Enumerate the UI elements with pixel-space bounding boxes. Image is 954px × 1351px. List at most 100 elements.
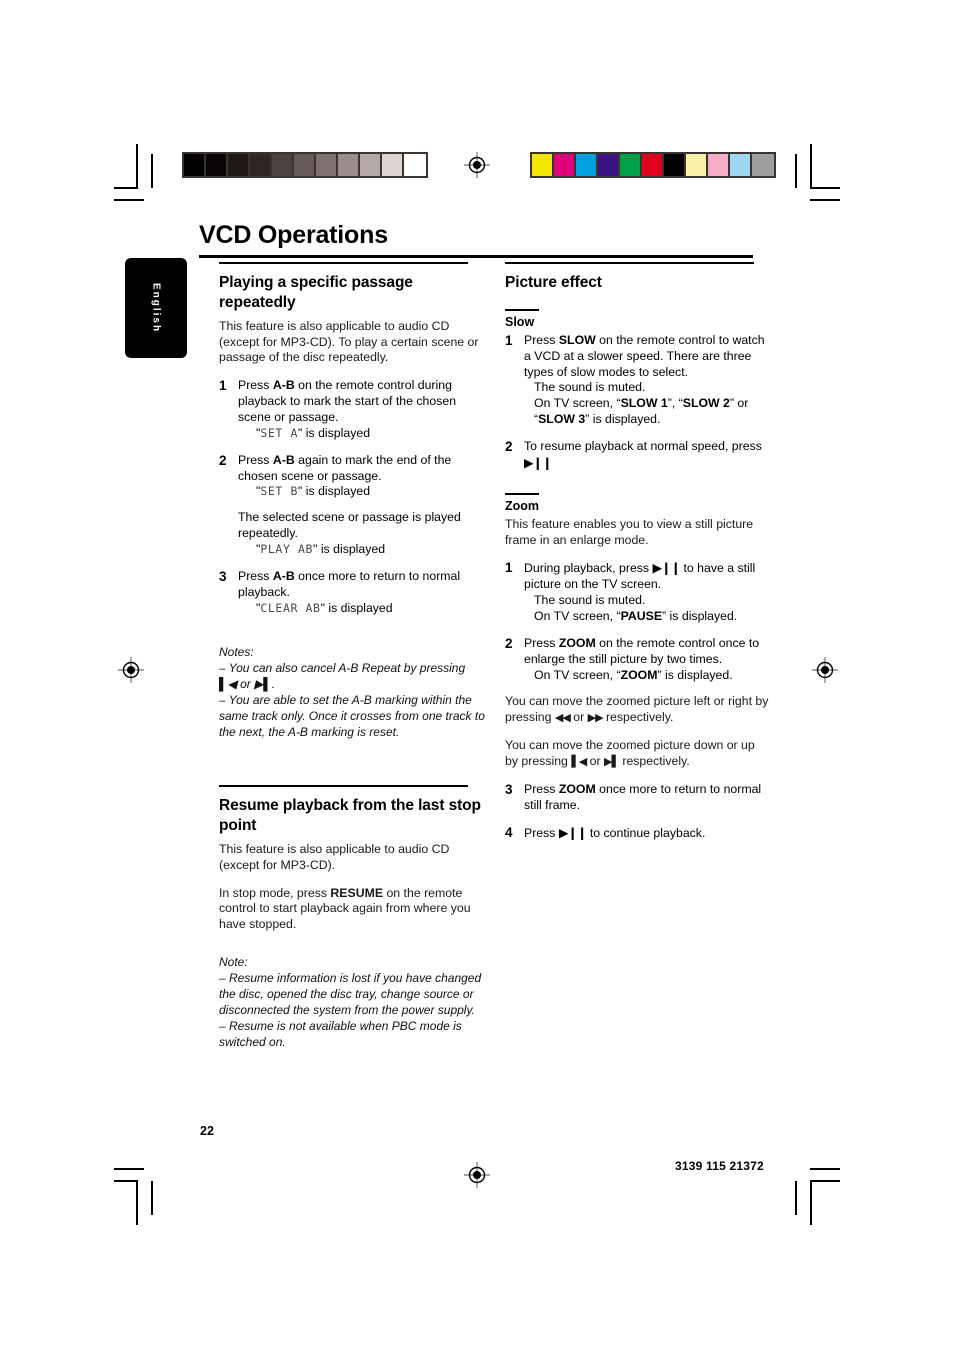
move-lr-post: respectively.: [602, 710, 674, 725]
note-line: – Resume is not available when PBC mode …: [219, 1018, 462, 1049]
step-keyword: ZOOM: [558, 635, 596, 650]
step-text-pre: Press: [524, 781, 559, 796]
crop-mark-bottom-right-vertical: [810, 1180, 812, 1225]
step-text: Press ZOOM on the remote control once to…: [524, 636, 771, 684]
display-readout-line: "PLAY AB" is displayed: [238, 542, 485, 558]
tv-readout-post: ” is displayed.: [585, 412, 661, 427]
crop-mark-top-left-horizontal: [114, 187, 138, 189]
tv-readout-pre: On TV screen, “: [534, 396, 621, 411]
play-pause-icon: ▶❙❙: [524, 454, 553, 470]
subsection-rule: [505, 308, 539, 311]
crop-mark-bottom-left-bleed: [114, 1168, 144, 1170]
step-number: 4: [505, 824, 513, 840]
tv-screen-readout: On TV screen, “PAUSE” is displayed.: [524, 609, 771, 625]
step-extra-text: The selected scene or passage is played …: [238, 510, 461, 541]
crop-mark-top-left-bleed: [114, 199, 144, 201]
title-divider: [199, 255, 753, 258]
section-rule: [505, 262, 754, 264]
registration-mark-right: [812, 657, 838, 683]
crop-mark-bottom-right-bleed: [810, 1168, 840, 1170]
crop-mark-top-right-horizontal: [810, 187, 840, 189]
crop-mark-top-right-tick: [795, 154, 797, 188]
step-text-pre: Press: [524, 825, 559, 840]
step-item: 2 To resume playback at normal speed, pr…: [505, 439, 771, 472]
crop-mark-bottom-right-horizontal: [810, 1180, 840, 1182]
step-substatus-line: The sound is muted.: [534, 593, 646, 608]
display-readout-line: "CLEAR AB" is displayed: [238, 601, 485, 617]
color-swatch: [598, 154, 620, 176]
crop-mark-top-left-tick: [151, 154, 153, 188]
previous-track-icon: ▌◀: [571, 755, 587, 769]
step-number: 1: [219, 378, 227, 394]
next-track-icon: ▶▌: [604, 755, 620, 769]
tv-screen-readout: On TV screen, “SLOW 1”, “SLOW 2” or “SLO…: [524, 396, 771, 428]
lcd-display-text: CLEAR AB: [260, 600, 321, 615]
section-intro: This feature is also applicable to audio…: [219, 841, 450, 872]
note-line: – You can also cancel A-B Repeat by pres…: [219, 661, 466, 692]
note-line: – You are able to set the A-B marking wi…: [219, 693, 485, 740]
right-column: Picture effect Slow 1 Press SLOW on the …: [505, 262, 771, 852]
notes-heading: Notes:: [219, 645, 254, 660]
grayscale-swatch: [206, 154, 228, 176]
grayscale-swatch: [184, 154, 206, 176]
step-item: 1 During playback, press ▶❙❙ to have a s…: [505, 560, 771, 624]
display-caption: " is displayed: [298, 425, 371, 440]
move-down-up-instruction: You can move the zoomed picture down or …: [505, 738, 771, 770]
crop-mark-bottom-left-horizontal: [114, 1180, 138, 1182]
step-keyword: A-B: [272, 452, 295, 467]
step-text-pre: Press: [524, 332, 559, 347]
step-text: Press SLOW on the remote control to watc…: [524, 333, 771, 428]
color-swatch: [752, 154, 774, 176]
body-pre: In stop mode, press: [219, 885, 331, 900]
tv-readout-value: SLOW 1: [620, 396, 668, 411]
registration-mark-left: [118, 657, 144, 683]
grayscale-swatch: [228, 154, 250, 176]
step-substatus-line: The sound is muted.: [534, 380, 646, 395]
notes-heading: Note:: [219, 955, 248, 970]
subsection-rule: [505, 492, 539, 495]
step-text: Press A-B again to mark the end of the c…: [238, 453, 485, 558]
page-number: 22: [200, 1124, 214, 1138]
step-text: During playback, press ▶❙❙ to have a sti…: [524, 560, 771, 624]
step-number: 2: [505, 635, 513, 651]
grayscale-swatch: [250, 154, 272, 176]
step-text-pre: Press: [238, 378, 273, 393]
subsection-intro: This feature enables you to view a still…: [505, 516, 754, 547]
step-text-pre: To resume playback at normal speed, pres…: [524, 438, 762, 453]
section-title-resume-playback: Resume playback from the last stop point: [219, 797, 481, 834]
grayscale-swatch: [338, 154, 360, 176]
color-swatch: [686, 154, 708, 176]
tv-screen-readout: On TV screen, “ZOOM” is displayed.: [524, 668, 771, 684]
color-swatch: [642, 154, 664, 176]
lcd-display-text: PLAY AB: [260, 541, 314, 556]
lcd-display-text: SET A: [260, 425, 298, 440]
notes-block: Note: – Resume information is lost if yo…: [219, 955, 485, 1051]
step-text-pre: Press: [238, 568, 273, 583]
crop-mark-bottom-left-tick: [151, 1181, 153, 1215]
language-tab-english: English: [125, 258, 187, 358]
body-keyword: RESUME: [330, 885, 384, 900]
display-readout-line: "SET A" is displayed: [238, 426, 485, 442]
step-item: 3 Press A-B once more to return to norma…: [219, 569, 485, 617]
grayscale-swatch: [316, 154, 338, 176]
page-title: VCD Operations: [199, 221, 388, 249]
crop-mark-bottom-right-tick: [795, 1181, 797, 1215]
display-caption: " is displayed: [320, 600, 393, 615]
tv-readout-value: SLOW 3: [538, 412, 586, 427]
step-number: 1: [505, 560, 513, 576]
step-number: 3: [219, 568, 227, 584]
display-caption: " is displayed: [298, 484, 371, 499]
crop-mark-top-left-vertical: [136, 144, 138, 189]
tv-readout-sep: ”, “: [667, 396, 683, 411]
move-lr-sep: or: [569, 710, 588, 725]
step-keyword: A-B: [272, 568, 295, 583]
step-item: 2 Press A-B again to mark the end of the…: [219, 453, 485, 558]
play-pause-icon: ▶❙❙: [652, 560, 682, 576]
document-page: VCD Operations English Playing a specifi…: [0, 0, 954, 1351]
tv-readout-value: ZOOM: [620, 667, 658, 682]
tv-readout-value: PAUSE: [620, 609, 663, 623]
step-text-pre: Press: [238, 452, 273, 467]
step-text: Press A-B on the remote control during p…: [238, 378, 485, 441]
